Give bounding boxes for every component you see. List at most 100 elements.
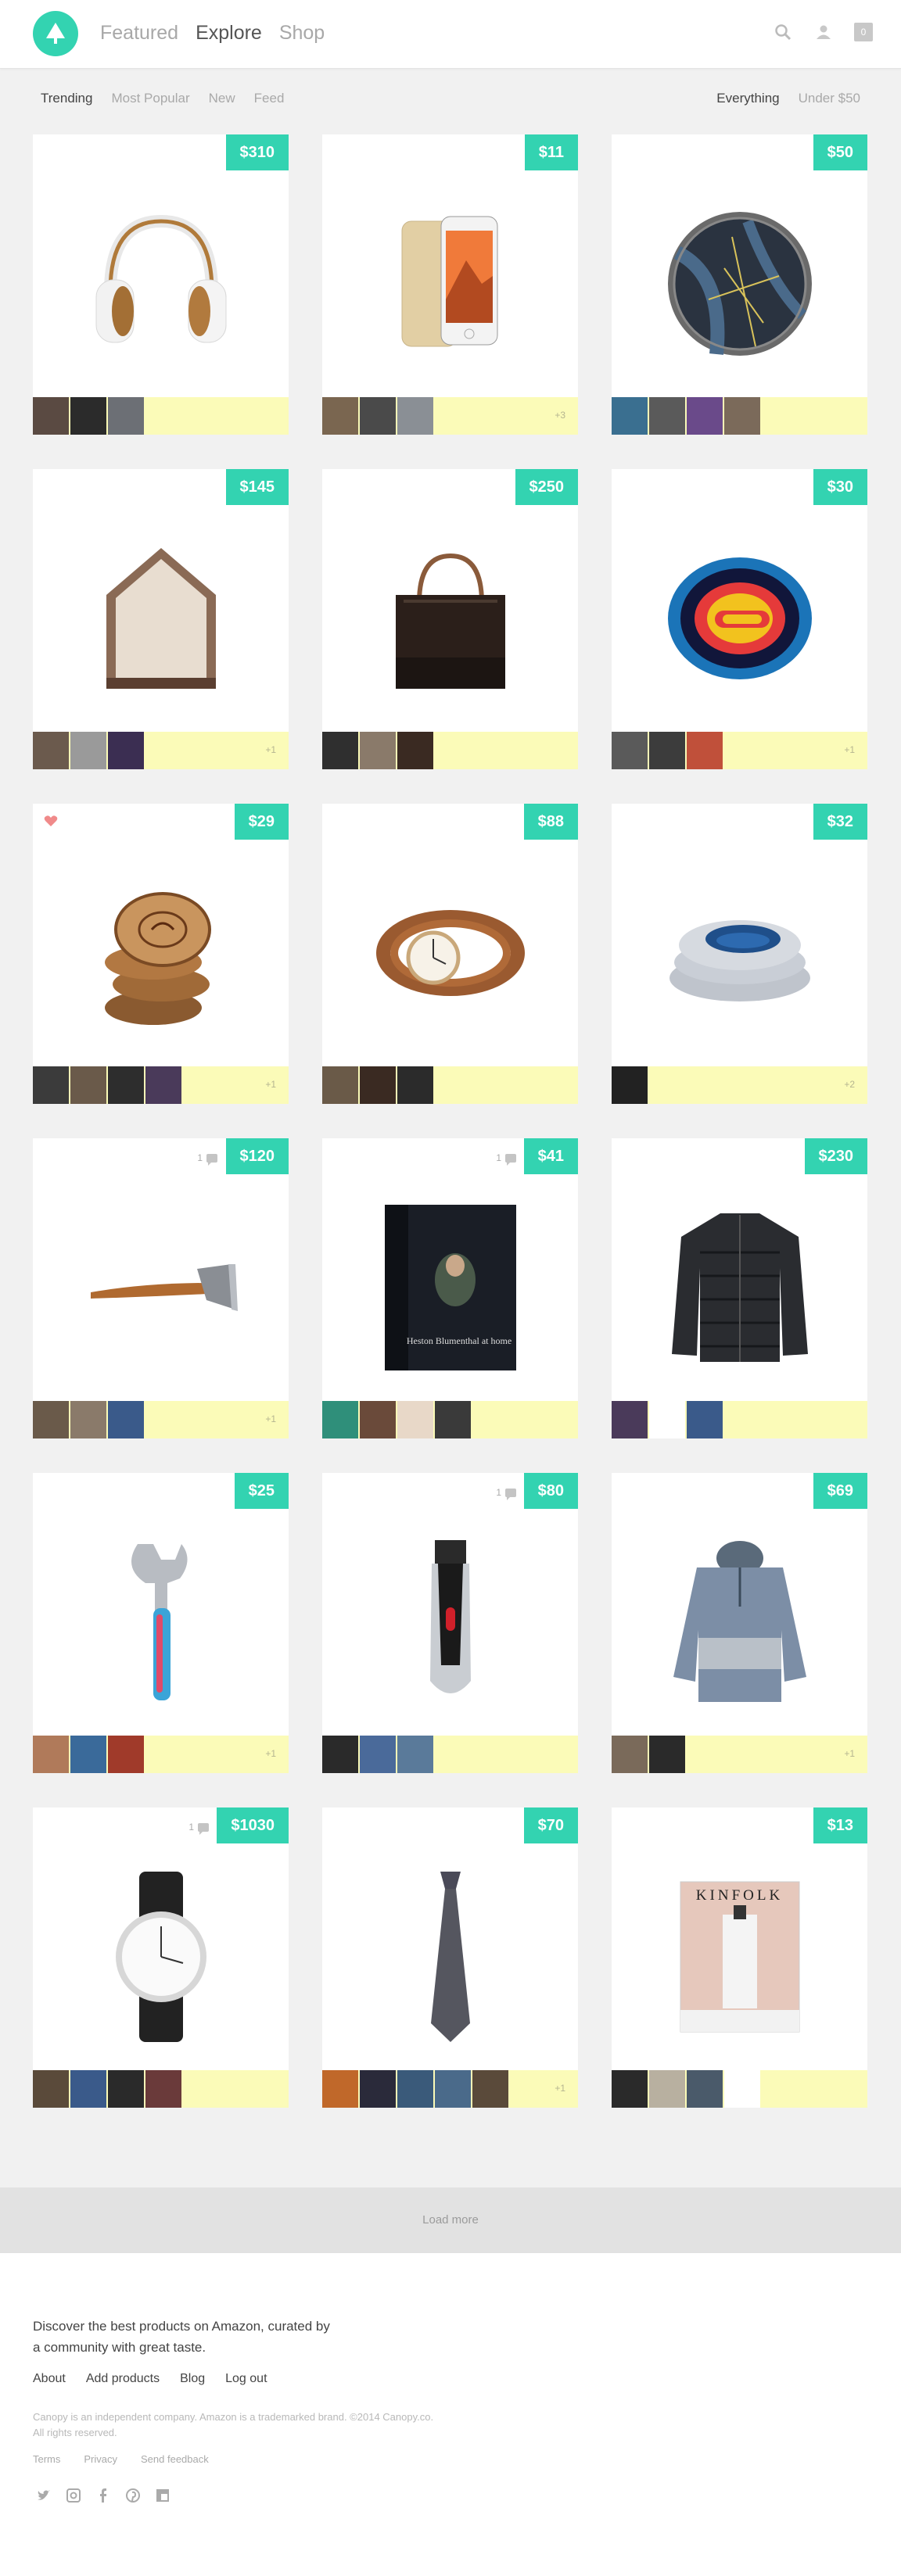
flipboard-icon[interactable] (155, 2488, 171, 2503)
more-curators-count[interactable]: +1 (844, 1748, 855, 1759)
more-curators-count[interactable]: +1 (555, 2083, 565, 2094)
price-tag[interactable]: $13 (813, 1807, 867, 1843)
avatar[interactable] (687, 2070, 723, 2108)
avatar[interactable] (397, 1066, 433, 1104)
avatar[interactable] (612, 1401, 648, 1438)
product-card-headphones[interactable]: $310 (33, 134, 289, 435)
price-tag[interactable]: $310 (225, 134, 289, 170)
heart-icon[interactable] (44, 815, 58, 831)
twitter-icon[interactable] (36, 2488, 52, 2503)
avatar[interactable] (687, 732, 723, 769)
avatar[interactable] (397, 2070, 433, 2108)
nav-featured[interactable]: Featured (100, 22, 178, 45)
avatar[interactable] (70, 397, 106, 435)
avatar[interactable] (33, 1401, 69, 1438)
product-image[interactable] (612, 505, 867, 732)
more-curators-count[interactable]: +3 (555, 410, 565, 421)
avatar[interactable] (724, 2070, 760, 2108)
footer-link-privacy[interactable]: Privacy (84, 2453, 117, 2465)
avatar[interactable] (687, 1401, 723, 1438)
product-card-wristwatch[interactable]: $1030 1 (33, 1807, 289, 2108)
avatar[interactable] (108, 397, 144, 435)
more-curators-count[interactable]: +1 (265, 1748, 276, 1759)
avatar[interactable] (397, 1736, 433, 1773)
avatar[interactable] (108, 732, 144, 769)
nav-explore[interactable]: Explore (196, 22, 262, 45)
price-tag[interactable]: $1030 (217, 1807, 289, 1843)
footer-link-add-products[interactable]: Add products (86, 2372, 160, 2386)
user-icon[interactable] (813, 22, 834, 42)
facebook-icon[interactable] (95, 2488, 111, 2503)
product-card-down-jacket[interactable]: $230 (612, 1138, 867, 1438)
filter-under-50[interactable]: Under $50 (799, 91, 860, 106)
avatar[interactable] (33, 397, 69, 435)
avatar[interactable] (360, 1066, 396, 1104)
more-curators-count[interactable]: +1 (844, 744, 855, 755)
product-card-necktie[interactable]: $70 +1 (322, 1807, 578, 2108)
product-image[interactable] (33, 1174, 289, 1401)
avatar[interactable] (649, 732, 685, 769)
filter-everything[interactable]: Everything (716, 91, 779, 106)
avatar[interactable] (435, 1401, 471, 1438)
product-card-axe[interactable]: $120 1 +1 (33, 1138, 289, 1438)
avatar[interactable] (397, 397, 433, 435)
avatar[interactable] (397, 1401, 433, 1438)
filter-trending[interactable]: Trending (41, 91, 92, 106)
product-image[interactable] (33, 170, 289, 397)
avatar[interactable] (108, 1401, 144, 1438)
product-image[interactable] (322, 1174, 578, 1401)
avatar[interactable] (360, 732, 396, 769)
avatar[interactable] (70, 2070, 106, 2108)
avatar[interactable] (322, 2070, 358, 2108)
product-image[interactable] (612, 1843, 867, 2070)
avatar[interactable] (360, 1736, 396, 1773)
avatar[interactable] (145, 2070, 181, 2108)
price-tag[interactable]: $120 (225, 1138, 289, 1174)
product-card-ostrich-pillow[interactable]: $32 +2 (612, 804, 867, 1104)
avatar[interactable] (322, 1736, 358, 1773)
avatar[interactable] (612, 732, 648, 769)
search-icon[interactable] (773, 22, 793, 42)
product-image[interactable] (322, 1843, 578, 2070)
filter-most-popular[interactable]: Most Popular (111, 91, 189, 106)
product-card-leather-watch[interactable]: $88 (322, 804, 578, 1104)
load-more-button[interactable]: Load more (0, 2187, 901, 2253)
product-card-tote-bag[interactable]: $250 (322, 469, 578, 769)
avatar[interactable] (649, 397, 685, 435)
avatar[interactable] (33, 2070, 69, 2108)
avatar[interactable] (322, 732, 358, 769)
canopy-logo[interactable] (33, 11, 78, 56)
avatar[interactable] (649, 1736, 685, 1773)
footer-link-feedback[interactable]: Send feedback (141, 2453, 209, 2465)
avatar[interactable] (70, 732, 106, 769)
more-curators-count[interactable]: +1 (265, 1079, 276, 1090)
avatar[interactable] (472, 2070, 508, 2108)
avatar[interactable] (360, 397, 396, 435)
product-card-colorado-coaster[interactable]: $30 +1 (612, 469, 867, 769)
product-image[interactable] (33, 1509, 289, 1736)
cart-badge[interactable]: 0 (854, 23, 873, 41)
avatar[interactable] (145, 1066, 181, 1104)
product-image[interactable] (322, 505, 578, 732)
product-card-magazine[interactable]: $13 KINFOLK (612, 1807, 867, 2108)
avatar[interactable] (612, 397, 648, 435)
price-tag[interactable]: $250 (515, 469, 578, 505)
avatar[interactable] (649, 1401, 685, 1438)
product-card-phone-case[interactable]: $11 +3 (322, 134, 578, 435)
avatar[interactable] (397, 732, 433, 769)
avatar[interactable] (33, 1066, 69, 1104)
product-card-pullover[interactable]: $69 +1 (612, 1473, 867, 1773)
filter-feed[interactable]: Feed (254, 91, 285, 106)
product-image[interactable] (322, 840, 578, 1066)
price-tag[interactable]: $80 (523, 1473, 578, 1509)
product-card-wrench[interactable]: $25 +1 (33, 1473, 289, 1773)
avatar[interactable] (360, 2070, 396, 2108)
avatar[interactable] (70, 1066, 106, 1104)
price-tag[interactable]: $11 (524, 134, 578, 170)
price-tag[interactable]: $145 (225, 469, 289, 505)
price-tag[interactable]: $88 (523, 804, 578, 840)
filter-new[interactable]: New (209, 91, 235, 106)
product-card-map-coaster[interactable]: $50 (612, 134, 867, 435)
product-card-wood-coasters[interactable]: $29 +1 (33, 804, 289, 1104)
avatar[interactable] (322, 1401, 358, 1438)
